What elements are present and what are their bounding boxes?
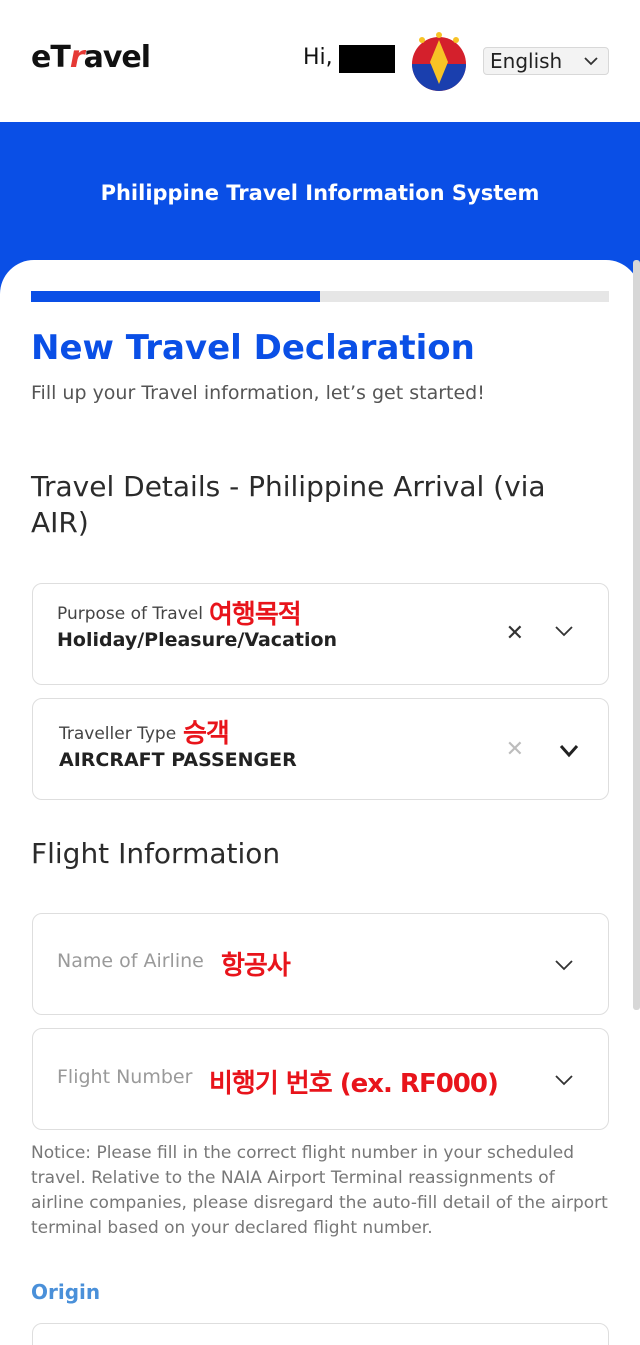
purpose-annotation: 여행목적 (209, 600, 302, 630)
banner-title: Philippine Travel Information System (100, 181, 540, 205)
flight-number-field[interactable]: Flight Number 비행기 번호 (ex. RF000) (32, 1028, 609, 1130)
chevron-down-icon (584, 57, 598, 66)
purpose-value: Holiday/Pleasure/Vacation (57, 629, 338, 651)
flight-number-annotation: 비행기 번호 (ex. RF000) (209, 1069, 499, 1099)
airline-annotation: 항공사 (221, 951, 291, 981)
top-bar: eTravel Hi, English (0, 0, 640, 122)
page-title: New Travel Declaration (31, 328, 475, 368)
scrollbar[interactable] (633, 260, 640, 1010)
language-select[interactable]: English (483, 47, 609, 75)
airline-field[interactable]: Name of Airline 항공사 (32, 913, 609, 1015)
greeting-text: Hi, (303, 45, 333, 70)
origin-label: Origin (31, 1280, 101, 1304)
chevron-down-icon[interactable] (554, 1073, 574, 1087)
purpose-label: Purpose of Travel (57, 604, 203, 624)
chevron-down-icon[interactable] (558, 743, 580, 759)
origin-field[interactable] (32, 1323, 609, 1345)
traveller-annotation: 승객 (183, 719, 230, 749)
flight-number-placeholder: Flight Number (57, 1066, 193, 1088)
section-flight-title: Flight Information (31, 837, 281, 870)
section-travel-title: Travel Details - Philippine Arrival (via… (31, 470, 546, 539)
etravel-logo[interactable]: eTravel (31, 40, 151, 75)
philippine-seal-icon (412, 32, 466, 91)
chevron-down-icon[interactable] (554, 624, 574, 638)
progress-fill (31, 291, 320, 302)
redacted-username (339, 45, 395, 73)
chevron-down-icon[interactable] (554, 958, 574, 972)
clear-icon[interactable]: ✕ (506, 621, 524, 646)
traveller-label: Traveller Type (59, 724, 177, 744)
clear-icon: ✕ (505, 737, 524, 762)
airline-placeholder: Name of Airline (57, 950, 204, 972)
purpose-of-travel-field[interactable]: Purpose of Travel 여행목적 Holiday/Pleasure/… (32, 583, 609, 685)
traveller-type-field[interactable]: Traveller Type 승객 AIRCRAFT PASSENGER ✕ (32, 698, 609, 800)
traveller-value: AIRCRAFT PASSENGER (59, 749, 297, 771)
progress-bar (31, 291, 609, 302)
flight-notice: Notice: Please fill in the correct fligh… (31, 1143, 608, 1238)
page-subtitle: Fill up your Travel information, let’s g… (31, 382, 485, 404)
